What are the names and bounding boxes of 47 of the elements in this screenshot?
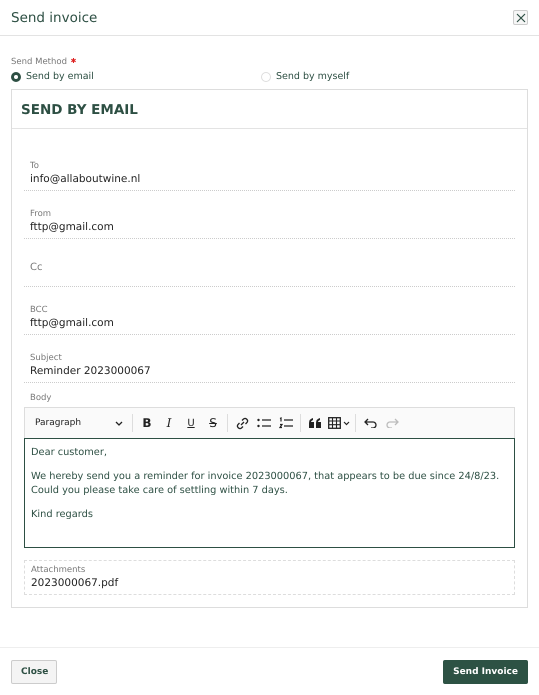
table-icon [328, 417, 350, 429]
radio-label: Send by myself [276, 71, 350, 82]
field-value: info@allaboutwine.nl [30, 173, 142, 185]
input-field[interactable]: Cc [24, 239, 515, 287]
field-label: BCC [30, 305, 49, 315]
card-title: SEND BY EMAIL [21, 102, 138, 118]
attachment-file: 2023000067.pdf [31, 577, 120, 589]
input-field[interactable]: Subject Reminder 2023000067 [24, 335, 515, 383]
field-label: Send Method [11, 57, 67, 67]
strike-button[interactable]: S [202, 412, 224, 434]
input-field[interactable]: From fttp@gmail.com [24, 191, 515, 239]
field-value: fttp@gmail.com [30, 221, 115, 233]
undo-icon [364, 418, 376, 428]
radio-option[interactable]: Send by myself [261, 71, 528, 82]
field-label: To [30, 161, 40, 171]
field-label: Cc [30, 262, 44, 273]
link-icon [236, 416, 248, 430]
radio-option[interactable]: Send by email [11, 71, 261, 82]
field-label: Attachments [31, 565, 86, 575]
field-label: Subject [30, 353, 63, 363]
close-button[interactable] [513, 10, 528, 25]
close-icon [516, 12, 526, 22]
italic-button[interactable]: I [158, 412, 180, 434]
field-value: fttp@gmail.com [30, 317, 115, 329]
close-text-button[interactable]: Close [11, 660, 57, 684]
field-label: From [30, 209, 52, 219]
bold-button[interactable]: B [136, 412, 158, 434]
input-field[interactable]: To info@allaboutwine.nl [24, 143, 515, 191]
quote-icon [308, 418, 322, 428]
numbered-list-icon [279, 417, 293, 429]
body-paragraph: Dear customer, [31, 446, 108, 460]
body-paragraph: Kind regards [31, 508, 94, 522]
field-label: Body [30, 393, 52, 403]
radio-icon[interactable] [11, 72, 21, 82]
send-button[interactable]: Send Invoice [443, 660, 528, 684]
redo-icon [386, 418, 398, 428]
caret-icon [115, 420, 123, 426]
radio-label: Send by email [26, 71, 94, 82]
attachments-field[interactable]: Attachments 2023000067.pdf [24, 560, 515, 595]
dialog-title: Send invoice [11, 10, 98, 26]
bullet-list-icon [257, 417, 271, 429]
field-value: Reminder 2023000067 [30, 365, 152, 377]
underline-button[interactable]: U [180, 412, 202, 434]
body-paragraph: We hereby send you a reminder for invoice 2023000067, that appears to be due since 24/8/23. Could you please take care of settling within 7 days. [31, 470, 500, 498]
format-dropdown[interactable]: Paragraph [29, 418, 129, 428]
input-field[interactable]: BCC fttp@gmail.com [24, 287, 515, 335]
body-editor[interactable]: Dear customer, We hereby send you a reminder for invoice 2023000067, that appears to be due since 24/8/23. Could you please take care of settling within 7 days. Kind regards [24, 438, 515, 548]
